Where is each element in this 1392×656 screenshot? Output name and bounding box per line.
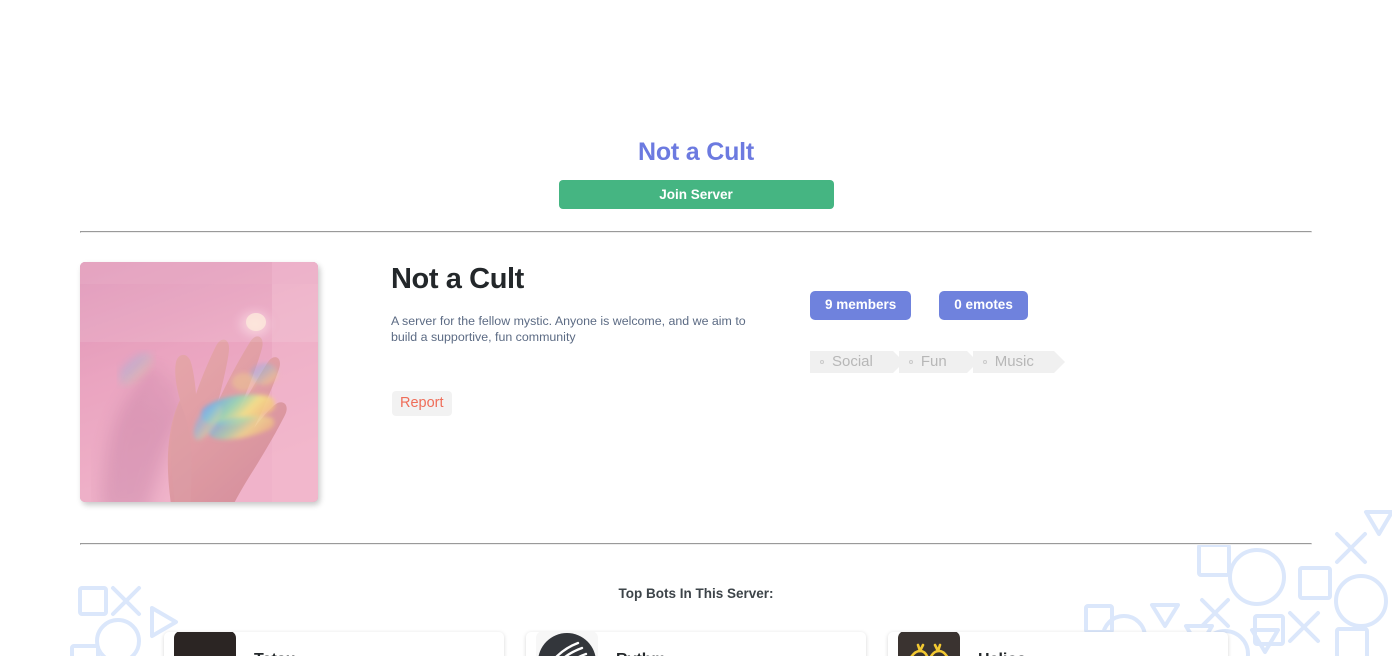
tag-social[interactable]: Social (810, 351, 904, 373)
bullet-icon (908, 360, 913, 364)
rythm-logo-icon (536, 632, 598, 656)
tatsu-logo-icon (174, 632, 236, 656)
divider-bottom (80, 543, 1312, 545)
tag-fun[interactable]: Fun (898, 351, 978, 373)
bullet-icon (982, 360, 987, 364)
bot-name: Rythm (616, 651, 666, 656)
tag-label: Music (994, 353, 1034, 370)
server-name: Not a Cult (391, 263, 524, 295)
server-tags: Social Fun Music (810, 351, 1066, 373)
server-info-panel: Not a Cult A server for the fellow mysti… (0, 223, 1392, 535)
emotes-badge: 0 emotes (939, 291, 1028, 320)
top-bots-heading: Top Bots In This Server: (618, 586, 774, 601)
top-bots-list: Tatsu Rythm (0, 632, 1392, 656)
tag-label: Fun (920, 353, 947, 370)
bot-card-rythm[interactable]: Rythm (526, 632, 866, 656)
server-page: Not a Cult Join Server Not a Cult A serv… (0, 0, 1392, 656)
bot-card-helios[interactable]: Helios (888, 632, 1228, 656)
tag-label: Social (832, 353, 873, 370)
join-server-button[interactable]: Join Server (558, 180, 834, 209)
bot-name: Helios (978, 651, 1026, 656)
members-badge: 9 members (810, 291, 912, 320)
server-description: A server for the fellow mystic. Anyone i… (391, 314, 746, 344)
bot-name: Tatsu (254, 651, 295, 656)
hero-title: Not a Cult (637, 138, 755, 166)
bot-card-tatsu[interactable]: Tatsu (164, 632, 504, 656)
server-banner-image (80, 262, 318, 502)
helios-logo-icon (898, 632, 960, 656)
hero-header: Not a Cult Join Server (0, 0, 1392, 209)
tag-music[interactable]: Music (972, 351, 1066, 373)
server-stats: 9 members 0 emotes (810, 291, 1028, 320)
bullet-icon (820, 360, 824, 364)
report-button[interactable]: Report (392, 391, 452, 416)
